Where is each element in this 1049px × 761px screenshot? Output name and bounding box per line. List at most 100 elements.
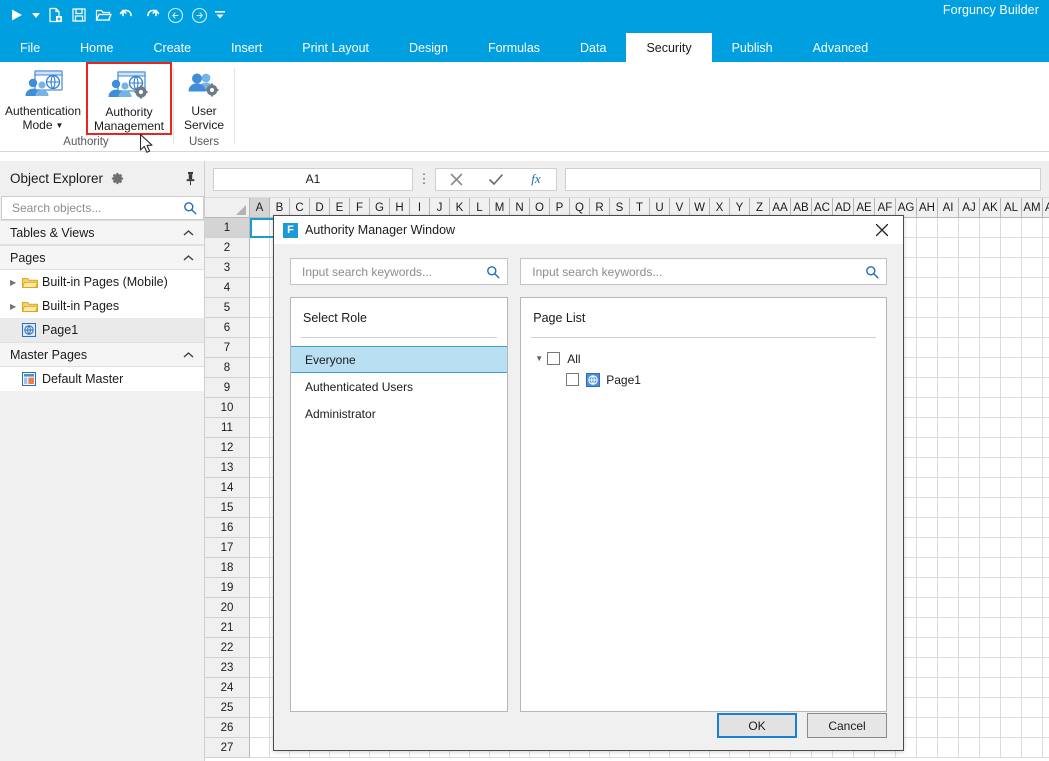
cell-AK26[interactable]	[980, 718, 1001, 738]
cell-AI3[interactable]	[938, 258, 959, 278]
cell-AH1[interactable]	[917, 218, 938, 238]
cell-AI14[interactable]	[938, 478, 959, 498]
run-dropdown-icon[interactable]	[30, 3, 42, 27]
cell-AK3[interactable]	[980, 258, 1001, 278]
cell-AM11[interactable]	[1022, 418, 1043, 438]
cell-AL27[interactable]	[1001, 738, 1022, 758]
cell-AK21[interactable]	[980, 618, 1001, 638]
cell-A17[interactable]	[250, 538, 270, 558]
cell-AI6[interactable]	[938, 318, 959, 338]
tab-home[interactable]: Home	[60, 33, 133, 62]
cell-AN23[interactable]	[1043, 658, 1049, 678]
expand-arrow-icon[interactable]: ▶	[10, 302, 22, 311]
cell-AM4[interactable]	[1022, 278, 1043, 298]
cell-AJ15[interactable]	[959, 498, 980, 518]
cell-AI1[interactable]	[938, 218, 959, 238]
cell-AJ12[interactable]	[959, 438, 980, 458]
cell-AN25[interactable]	[1043, 698, 1049, 718]
formula-input[interactable]	[565, 167, 1041, 191]
cell-AJ23[interactable]	[959, 658, 980, 678]
cell-AI2[interactable]	[938, 238, 959, 258]
search-icon[interactable]	[183, 201, 197, 215]
cell-AH18[interactable]	[917, 558, 938, 578]
cell-AL17[interactable]	[1001, 538, 1022, 558]
close-icon[interactable]	[865, 217, 899, 243]
cancel-formula-icon[interactable]	[436, 172, 476, 187]
cell-AL19[interactable]	[1001, 578, 1022, 598]
cell-A20[interactable]	[250, 598, 270, 618]
cell-AI5[interactable]	[938, 298, 959, 318]
cell-AL25[interactable]	[1001, 698, 1022, 718]
row-header-11[interactable]: 11	[205, 418, 250, 438]
cell-AH12[interactable]	[917, 438, 938, 458]
tree-row-all[interactable]: ▼ All	[531, 348, 886, 369]
cell-AN2[interactable]	[1043, 238, 1049, 258]
column-header-al[interactable]: AL	[1001, 198, 1022, 218]
cell-AM12[interactable]	[1022, 438, 1043, 458]
cell-AH14[interactable]	[917, 478, 938, 498]
cell-AL24[interactable]	[1001, 678, 1022, 698]
cell-AL15[interactable]	[1001, 498, 1022, 518]
cell-AM25[interactable]	[1022, 698, 1043, 718]
row-header-8[interactable]: 8	[205, 358, 250, 378]
cell-AH6[interactable]	[917, 318, 938, 338]
cell-AJ22[interactable]	[959, 638, 980, 658]
cell-AL9[interactable]	[1001, 378, 1022, 398]
cell-A7[interactable]	[250, 338, 270, 358]
pin-icon[interactable]	[185, 171, 196, 186]
cell-AJ7[interactable]	[959, 338, 980, 358]
cell-AI25[interactable]	[938, 698, 959, 718]
cell-AK16[interactable]	[980, 518, 1001, 538]
row-header-7[interactable]: 7	[205, 338, 250, 358]
cell-AK25[interactable]	[980, 698, 1001, 718]
open-folder-icon[interactable]	[92, 3, 114, 27]
row-header-18[interactable]: 18	[205, 558, 250, 578]
cell-AM10[interactable]	[1022, 398, 1043, 418]
cell-AH3[interactable]	[917, 258, 938, 278]
cell-AK23[interactable]	[980, 658, 1001, 678]
authority-management-button[interactable]: Authority Management	[86, 62, 172, 135]
checkbox-all[interactable]	[547, 352, 561, 365]
cell-AK2[interactable]	[980, 238, 1001, 258]
cell-AJ8[interactable]	[959, 358, 980, 378]
cell-AI8[interactable]	[938, 358, 959, 378]
oe-section-tables-views[interactable]: Tables & Views	[0, 220, 204, 245]
object-explorer-search[interactable]	[1, 196, 204, 220]
row-header-20[interactable]: 20	[205, 598, 250, 618]
row-header-27[interactable]: 27	[205, 738, 250, 758]
collapse-arrow-icon[interactable]: ▼	[531, 354, 547, 363]
cell-AN10[interactable]	[1043, 398, 1049, 418]
cell-AM9[interactable]	[1022, 378, 1043, 398]
oe-item-built-in-pages[interactable]: ▶ Built-in Pages	[0, 294, 204, 318]
tab-create[interactable]: Create	[134, 33, 212, 62]
cell-AI23[interactable]	[938, 658, 959, 678]
row-header-24[interactable]: 24	[205, 678, 250, 698]
cell-AN9[interactable]	[1043, 378, 1049, 398]
cell-AJ19[interactable]	[959, 578, 980, 598]
cell-AJ26[interactable]	[959, 718, 980, 738]
cell-AI17[interactable]	[938, 538, 959, 558]
cell-AH21[interactable]	[917, 618, 938, 638]
oe-item-built-in-pages-mobile[interactable]: ▶ Built-in Pages (Mobile)	[0, 270, 204, 294]
cell-AN20[interactable]	[1043, 598, 1049, 618]
cell-AL6[interactable]	[1001, 318, 1022, 338]
name-box-menu-icon[interactable]: ⋮	[413, 171, 435, 187]
oe-section-pages[interactable]: Pages	[0, 245, 204, 270]
authentication-mode-button[interactable]: Authentication Mode ▼	[0, 62, 86, 134]
cell-AM6[interactable]	[1022, 318, 1043, 338]
cell-AH15[interactable]	[917, 498, 938, 518]
cell-AN11[interactable]	[1043, 418, 1049, 438]
row-header-6[interactable]: 6	[205, 318, 250, 338]
cell-AJ17[interactable]	[959, 538, 980, 558]
role-item-administrator[interactable]: Administrator	[291, 400, 507, 427]
cell-AK20[interactable]	[980, 598, 1001, 618]
cell-AH27[interactable]	[917, 738, 938, 758]
cell-AM21[interactable]	[1022, 618, 1043, 638]
cell-A19[interactable]	[250, 578, 270, 598]
cell-AH16[interactable]	[917, 518, 938, 538]
cell-A22[interactable]	[250, 638, 270, 658]
cell-AH25[interactable]	[917, 698, 938, 718]
role-search-input[interactable]	[300, 263, 487, 280]
back-icon[interactable]	[164, 3, 186, 27]
cell-AN16[interactable]	[1043, 518, 1049, 538]
